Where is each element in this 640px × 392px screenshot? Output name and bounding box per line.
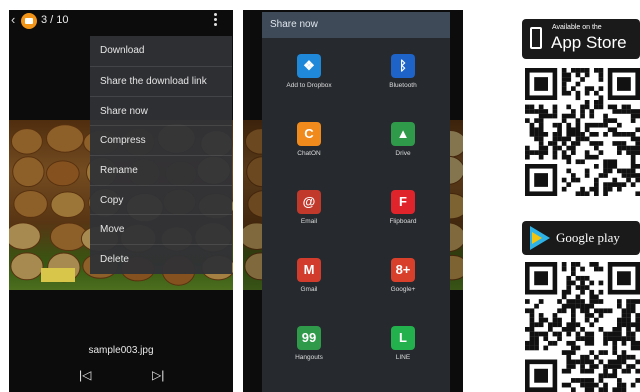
image-counter: 3 / 10 bbox=[41, 14, 69, 26]
google-play-label: Google play bbox=[556, 230, 620, 245]
app-store-caption: Available on the bbox=[552, 24, 602, 31]
share-target-label: Add to Dropbox bbox=[286, 82, 332, 89]
iphone-icon bbox=[530, 27, 542, 49]
more-vert-icon[interactable] bbox=[214, 13, 218, 27]
app-badge-icon bbox=[21, 13, 37, 29]
share-target-bluetooth[interactable]: ᛒ Bluetooth bbox=[356, 44, 450, 110]
app-store-badge[interactable]: Available on the App Store bbox=[522, 19, 640, 59]
bluetooth-icon: ᛒ bbox=[391, 54, 415, 78]
menu-item-move[interactable]: Move bbox=[90, 214, 232, 244]
share-target-chaton[interactable]: C ChatON bbox=[262, 112, 356, 178]
file-name: sample003.jpg bbox=[88, 345, 154, 356]
chevron-left-icon[interactable]: ‹ bbox=[11, 12, 15, 27]
hangouts-icon: 99 bbox=[297, 326, 321, 350]
menu-item-share-link[interactable]: Share the download link bbox=[90, 66, 232, 96]
menu-item-rename[interactable]: Rename bbox=[90, 155, 232, 185]
menu-item-copy[interactable]: Copy bbox=[90, 185, 232, 215]
share-target-email[interactable]: @ Email bbox=[262, 180, 356, 246]
share-target-label: Hangouts bbox=[295, 354, 323, 361]
chaton-icon: C bbox=[297, 122, 321, 146]
price-tag bbox=[41, 268, 75, 282]
phone-screen-file-menu: ‹ 3 / 10 Download Share the download lin… bbox=[9, 10, 233, 392]
phone-screen-share: Share now ❖ Add to Dropbox ᛒ Bluetooth C Chat… bbox=[243, 10, 463, 392]
flipboard-icon: F bbox=[391, 190, 415, 214]
menu-item-download[interactable]: Download bbox=[90, 36, 232, 66]
menu-item-delete[interactable]: Delete bbox=[90, 244, 232, 274]
share-target-label: ChatON bbox=[297, 150, 321, 157]
gmail-icon: M bbox=[297, 258, 321, 282]
menu-item-share-now[interactable]: Share now bbox=[90, 96, 232, 126]
share-target-label: Google+ bbox=[390, 286, 416, 293]
share-target-drive[interactable]: ▲ Drive bbox=[356, 112, 450, 178]
share-target-gmail[interactable]: M Gmail bbox=[262, 248, 356, 314]
share-target-label: Flipboard bbox=[389, 218, 417, 225]
google-play-badge[interactable]: Google play bbox=[522, 221, 640, 255]
skip-previous-icon[interactable]: |◁ bbox=[79, 368, 91, 382]
context-menu: Download Share the download link Share n… bbox=[90, 36, 232, 274]
drive-icon: ▲ bbox=[391, 122, 415, 146]
app-store-label: App Store bbox=[551, 33, 627, 52]
share-target-google-plus[interactable]: 8+ Google+ bbox=[356, 248, 450, 314]
share-dialog: Share now ❖ Add to Dropbox ᛒ Bluetooth C Chat… bbox=[262, 12, 450, 392]
line-icon: L bbox=[391, 326, 415, 350]
share-target-hangouts[interactable]: 99 Hangouts bbox=[262, 316, 356, 382]
share-target-label: LINE bbox=[395, 354, 411, 361]
share-target-label: Drive bbox=[395, 150, 411, 157]
email-icon: @ bbox=[297, 190, 321, 214]
menu-item-compress[interactable]: Compress bbox=[90, 125, 232, 155]
top-bar: ‹ 3 / 10 bbox=[9, 10, 233, 32]
google-plus-icon: 8+ bbox=[391, 258, 415, 282]
share-target-dropbox[interactable]: ❖ Add to Dropbox bbox=[262, 44, 356, 110]
app-store-qr-code bbox=[525, 68, 640, 196]
share-target-line[interactable]: L LINE bbox=[356, 316, 450, 382]
share-target-flipboard[interactable]: F Flipboard bbox=[356, 180, 450, 246]
share-target-label: Email bbox=[300, 218, 318, 225]
dropbox-icon: ❖ bbox=[297, 54, 321, 78]
share-target-label: Gmail bbox=[300, 286, 318, 293]
google-play-qr-code bbox=[525, 262, 640, 392]
share-target-label: Bluetooth bbox=[389, 82, 417, 89]
skip-next-icon[interactable]: ▷| bbox=[152, 368, 164, 382]
share-dialog-title: Share now bbox=[270, 19, 318, 30]
share-dialog-header: Share now bbox=[262, 12, 450, 38]
google-play-icon-inner bbox=[532, 232, 542, 244]
